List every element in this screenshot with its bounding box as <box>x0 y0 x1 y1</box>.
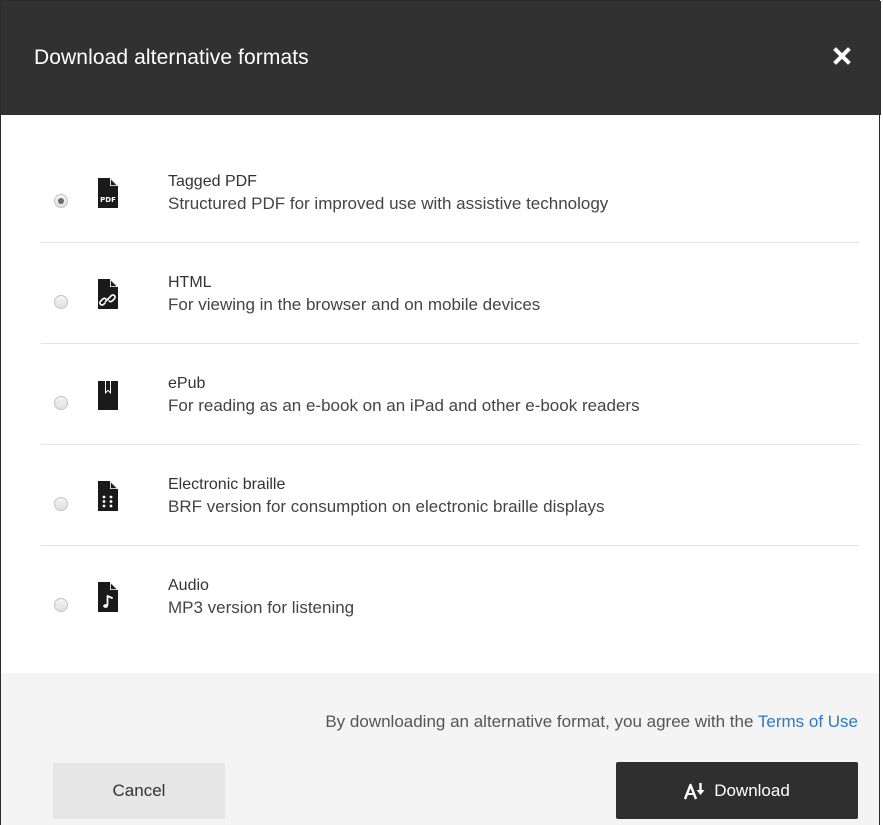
dialog-header: Download alternative formats <box>1 1 881 115</box>
braille-file-icon <box>98 481 118 511</box>
format-name: ePub <box>168 375 206 392</box>
cancel-button[interactable]: Cancel <box>53 763 225 819</box>
format-description: MP3 version for listening <box>168 598 355 617</box>
format-radio-electronic-braille[interactable] <box>54 497 68 511</box>
format-name: HTML <box>168 274 212 291</box>
close-icon <box>833 47 851 65</box>
format-radio-html[interactable] <box>54 295 68 309</box>
format-option-epub[interactable]: ePub For reading as an e-book on an iPad… <box>41 344 859 445</box>
format-option-electronic-braille[interactable]: Electronic braille BRF version for consu… <box>41 445 859 546</box>
terms-text: By downloading an alternative format, yo… <box>325 712 758 731</box>
terms-notice: By downloading an alternative format, yo… <box>325 712 858 732</box>
dialog-footer: By downloading an alternative format, yo… <box>1 673 879 825</box>
format-radio-tagged-pdf[interactable] <box>54 194 68 208</box>
terms-of-use-link[interactable]: Terms of Use <box>758 712 858 731</box>
pdf-file-icon: PDF <box>98 178 118 208</box>
format-name: Tagged PDF <box>168 173 257 190</box>
format-description: Structured PDF for improved use with ass… <box>168 194 609 213</box>
audio-file-icon <box>98 582 118 612</box>
download-label: Download <box>714 780 790 800</box>
format-description: For viewing in the browser and on mobile… <box>168 295 541 314</box>
pdf-icon-label: PDF <box>100 196 116 204</box>
download-dialog: Download alternative formats PDF Tagged … <box>0 0 881 825</box>
format-name: Electronic braille <box>168 476 286 493</box>
format-radio-epub[interactable] <box>54 396 68 410</box>
link-file-icon <box>98 279 118 309</box>
format-option-audio[interactable]: Audio MP3 version for listening <box>41 546 859 647</box>
close-button[interactable] <box>829 43 855 69</box>
format-name: Audio <box>168 577 209 594</box>
format-radio-audio[interactable] <box>54 598 68 612</box>
format-description: For reading as an e-book on an iPad and … <box>168 396 640 415</box>
bookmark-icon <box>98 381 118 410</box>
format-option-html[interactable]: HTML For viewing in the browser and on m… <box>41 243 859 344</box>
format-description: BRF version for consumption on electroni… <box>168 497 605 516</box>
format-option-tagged-pdf[interactable]: PDF Tagged PDF Structured PDF for improv… <box>41 142 859 243</box>
dialog-title: Download alternative formats <box>34 46 309 69</box>
accessible-download-icon <box>684 782 705 799</box>
download-button[interactable]: Download <box>616 762 858 819</box>
format-options-list: PDF Tagged PDF Structured PDF for improv… <box>1 142 881 647</box>
